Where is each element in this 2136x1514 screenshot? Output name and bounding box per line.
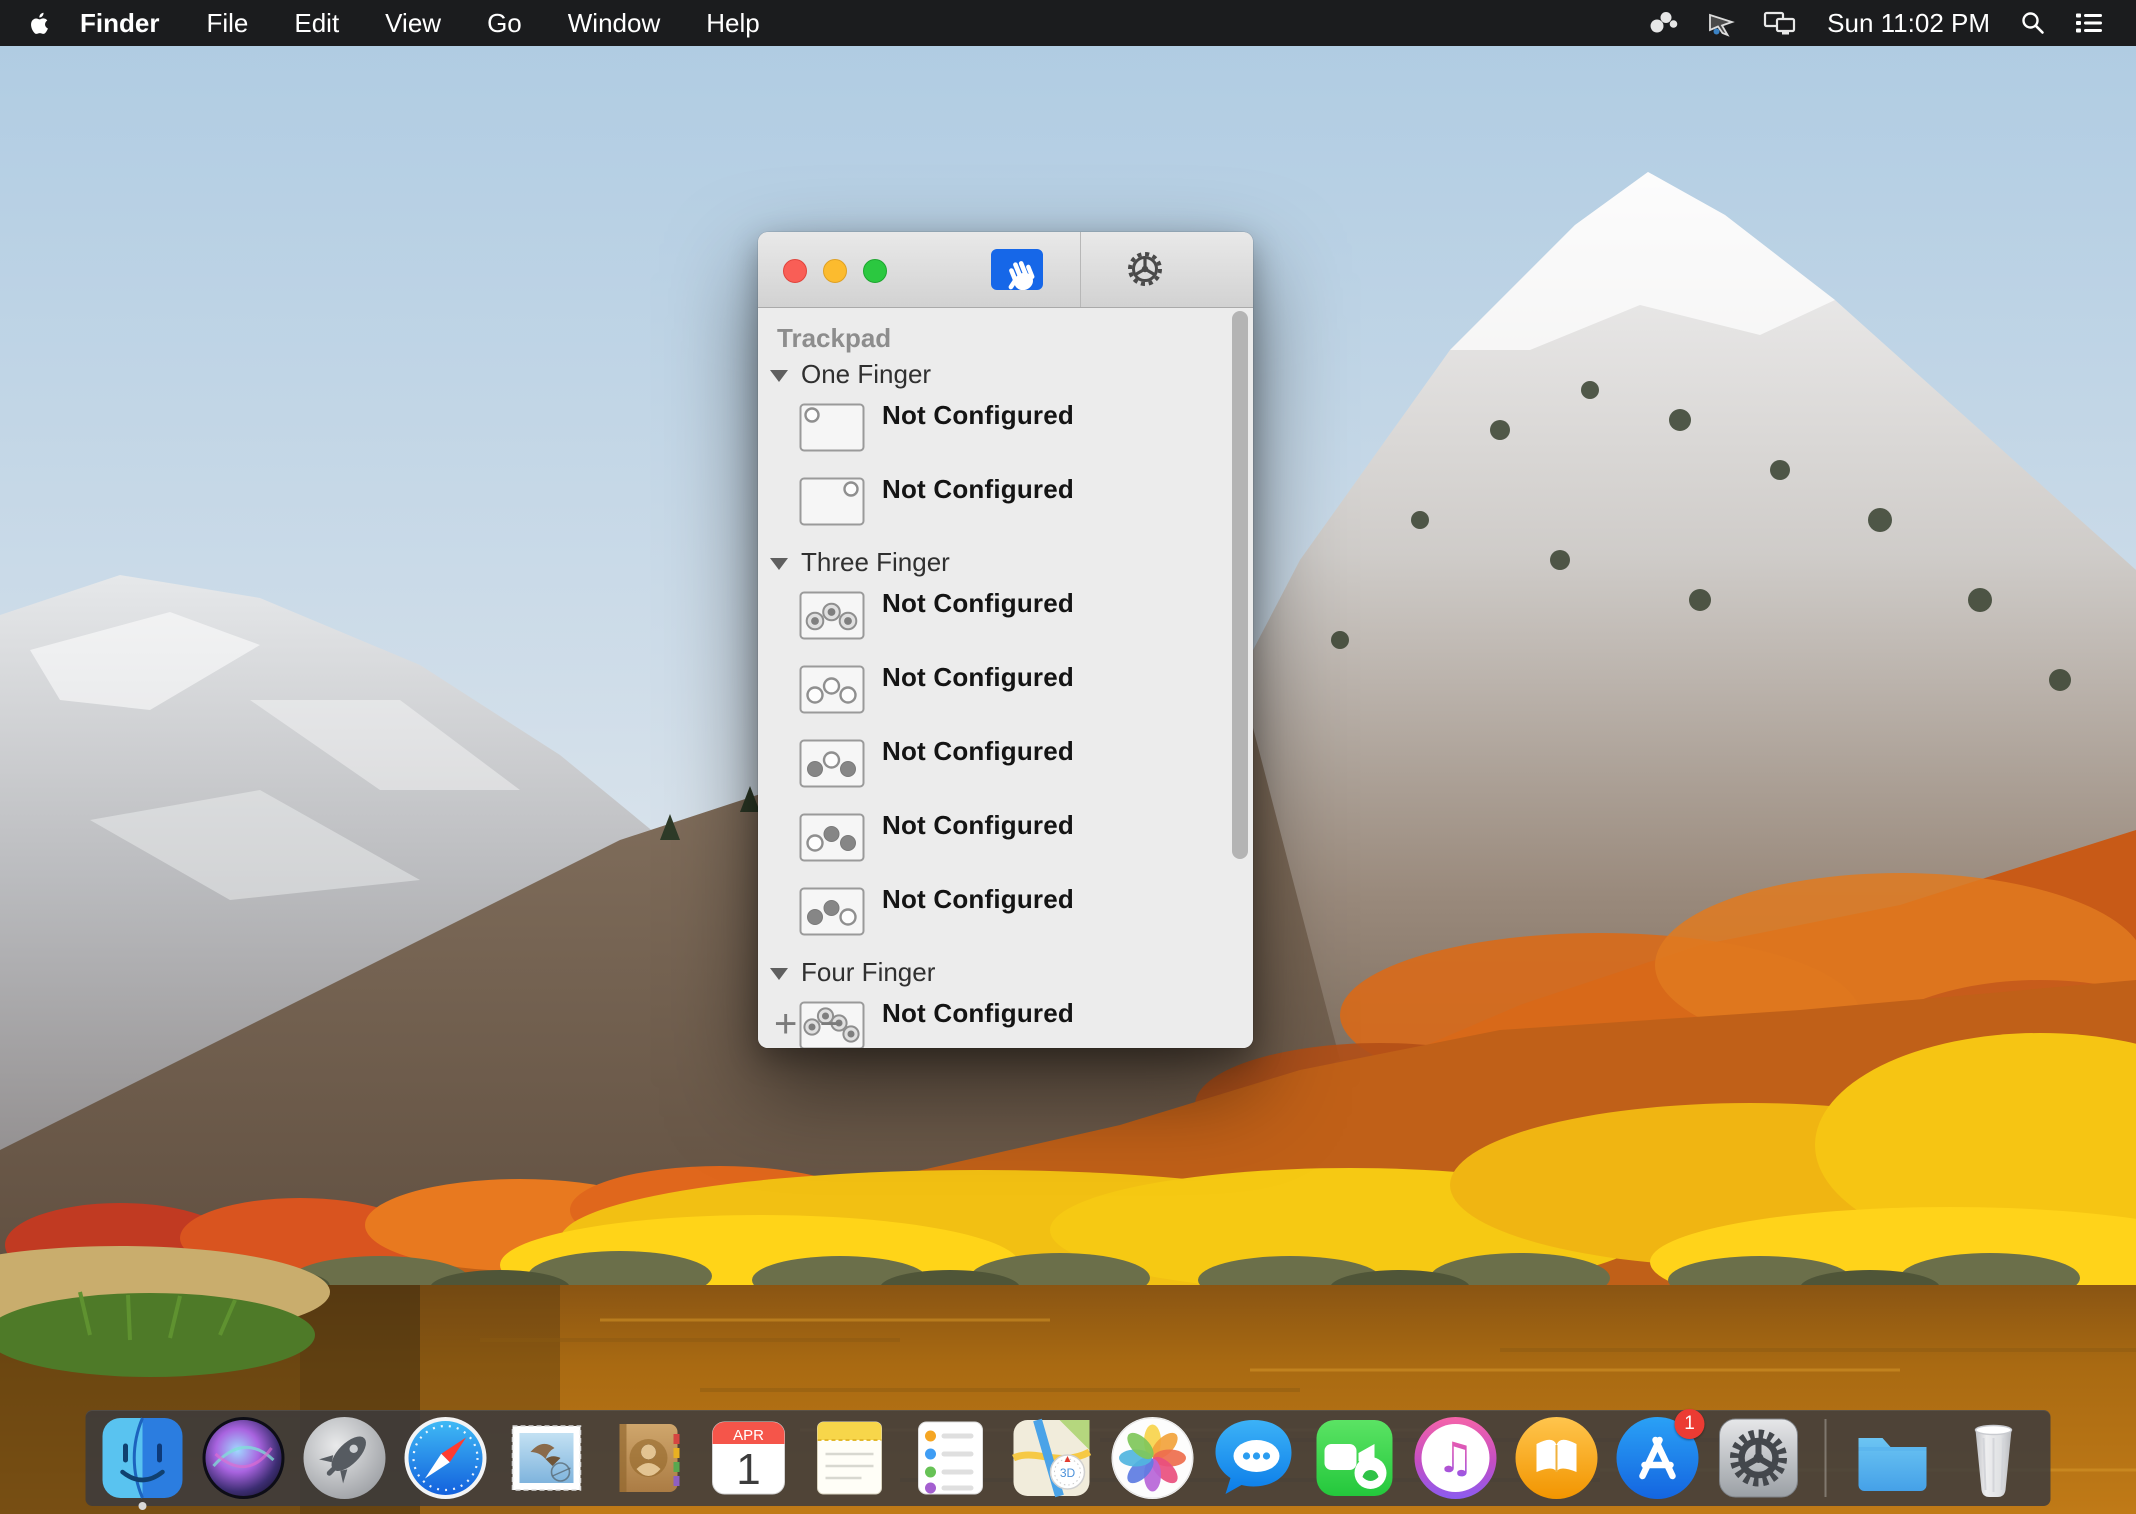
gesture-label: Not Configured: [882, 738, 1074, 765]
apple-menu[interactable]: [18, 0, 68, 46]
dock: APR 1 3D ♫: [86, 1410, 2051, 1506]
dock-siri-icon[interactable]: [200, 1414, 288, 1502]
dock-messages-icon[interactable]: [1210, 1414, 1298, 1502]
gesture-label: Not Configured: [882, 590, 1074, 617]
gesture-icon-three-hollow: [799, 665, 865, 719]
gesture-icon-tap-top-left-corner: [799, 403, 865, 457]
section-label: One Finger: [801, 359, 931, 390]
menu-bar-right: Sun 11:02 PM: [1635, 0, 2118, 46]
dock-trash-icon[interactable]: [1950, 1414, 2038, 1502]
gesture-icon-hollow-filled-filled: [799, 813, 865, 867]
menu-items: FileEditViewGoWindowHelp: [183, 8, 782, 39]
toolbar-separator: [1080, 232, 1081, 307]
svg-text:1: 1: [736, 1445, 760, 1494]
gesture-label: Not Configured: [882, 664, 1074, 691]
disclosure-triangle-icon[interactable]: [770, 370, 788, 382]
dock-notes-icon[interactable]: [806, 1414, 894, 1502]
remove-gesture-button[interactable]: −: [819, 1002, 842, 1046]
notification-center-icon[interactable]: [2060, 0, 2118, 46]
menu-app-name[interactable]: Finder: [68, 8, 183, 39]
menu-go[interactable]: Go: [464, 8, 545, 39]
dock-itunes-icon[interactable]: ♫: [1412, 1414, 1500, 1502]
add-gesture-button[interactable]: +: [774, 1002, 797, 1046]
zoom-button[interactable]: [863, 259, 887, 283]
dock-calendar-icon[interactable]: APR 1: [705, 1414, 793, 1502]
dock-finder-icon[interactable]: [99, 1414, 187, 1502]
window-toolbar[interactable]: [758, 232, 1253, 308]
gesture-row[interactable]: Not Configured: [799, 477, 1253, 531]
hand-on-trackpad-icon: [991, 249, 1043, 290]
section-header-four-finger[interactable]: Four Finger: [770, 957, 1253, 988]
menu-bar-clock[interactable]: Sun 11:02 PM: [1811, 8, 2006, 39]
dock-photos-icon[interactable]: [1109, 1414, 1197, 1502]
menu-bar-left: Finder FileEditViewGoWindowHelp: [18, 0, 783, 46]
gesture-icon-filled-filled-hollow: [799, 887, 865, 941]
spotlight-icon[interactable]: [2006, 0, 2060, 46]
menu-edit[interactable]: Edit: [271, 8, 362, 39]
notification-badge: 1: [1675, 1409, 1705, 1439]
section-label: Three Finger: [801, 547, 950, 578]
gesture-list: Trackpad One Finger Not Configured Not Con…: [758, 308, 1253, 1048]
displays-status-icon[interactable]: [1749, 0, 1811, 46]
gesture-row[interactable]: Not Configured: [799, 739, 1253, 793]
gesture-icon-three-rings: [799, 591, 865, 645]
dock-separator: [1825, 1419, 1827, 1497]
minimize-button[interactable]: [823, 259, 847, 283]
gear-icon: [1125, 249, 1165, 289]
gesture-row[interactable]: Not Configured: [799, 813, 1253, 867]
gesture-label: Not Configured: [882, 402, 1074, 429]
dock-safari-icon[interactable]: [402, 1414, 490, 1502]
section-header-one-finger[interactable]: One Finger: [770, 359, 1253, 390]
running-indicator: [139, 1502, 147, 1510]
menu-bar: Finder FileEditViewGoWindowHelp Sun 11:0…: [0, 0, 2136, 46]
app-circles-status-icon[interactable]: [1635, 0, 1693, 46]
menu-view[interactable]: View: [362, 8, 464, 39]
gesture-sections: One Finger Not Configured Not Configured Th…: [758, 359, 1253, 1048]
disclosure-triangle-icon[interactable]: [770, 558, 788, 570]
menu-file[interactable]: File: [183, 8, 271, 39]
svg-text:3D: 3D: [1060, 1466, 1076, 1480]
list-footer-buttons: + −: [774, 1002, 843, 1046]
menu-window[interactable]: Window: [545, 8, 683, 39]
svg-text:APR: APR: [733, 1427, 764, 1444]
disclosure-triangle-icon[interactable]: [770, 968, 788, 980]
dock-launchpad-icon[interactable]: [301, 1414, 389, 1502]
gesture-label: Not Configured: [882, 476, 1074, 503]
gesture-row[interactable]: Not Configured: [799, 403, 1253, 457]
dock-facetime-icon[interactable]: [1311, 1414, 1399, 1502]
gesture-label: Not Configured: [882, 812, 1074, 839]
dock-reminders-icon[interactable]: [907, 1414, 995, 1502]
menu-help[interactable]: Help: [683, 8, 782, 39]
gesture-row[interactable]: Not Configured: [799, 665, 1253, 719]
dock-books-icon[interactable]: [1513, 1414, 1601, 1502]
traffic-lights: [783, 259, 887, 283]
gesture-icon-tap-top-right-corner: [799, 477, 865, 531]
gesture-label: Not Configured: [882, 886, 1074, 913]
section-label: Four Finger: [801, 957, 935, 988]
trackpad-tab[interactable]: [991, 249, 1043, 290]
dock-contacts-icon[interactable]: [604, 1414, 692, 1502]
settings-tab[interactable]: [1125, 249, 1165, 289]
gesture-icon-filled-hollow-filled: [799, 739, 865, 793]
dock-maps-icon[interactable]: 3D: [1008, 1414, 1096, 1502]
gesture-config-window: Trackpad One Finger Not Configured Not Con…: [758, 232, 1253, 1048]
gesture-row[interactable]: Not Configured: [799, 887, 1253, 941]
gesture-row[interactable]: Not Configured: [799, 591, 1253, 645]
dock-mail-icon[interactable]: [503, 1414, 591, 1502]
gesture-row[interactable]: Not Configured: [799, 1001, 1253, 1048]
gesture-label: Not Configured: [882, 1000, 1074, 1027]
apple-icon: [28, 9, 52, 38]
section-header-three-finger[interactable]: Three Finger: [770, 547, 1253, 578]
svg-text:♫: ♫: [1437, 1433, 1475, 1482]
dock-folder-icon[interactable]: [1849, 1414, 1937, 1502]
close-button[interactable]: [783, 259, 807, 283]
pointer-status-icon[interactable]: [1693, 0, 1749, 46]
scrollbar-thumb[interactable]: [1232, 311, 1248, 859]
list-title: Trackpad: [777, 323, 1253, 354]
dock-system-preferences-icon[interactable]: [1715, 1414, 1803, 1502]
dock-app-store-icon[interactable]: 1: [1614, 1414, 1702, 1502]
